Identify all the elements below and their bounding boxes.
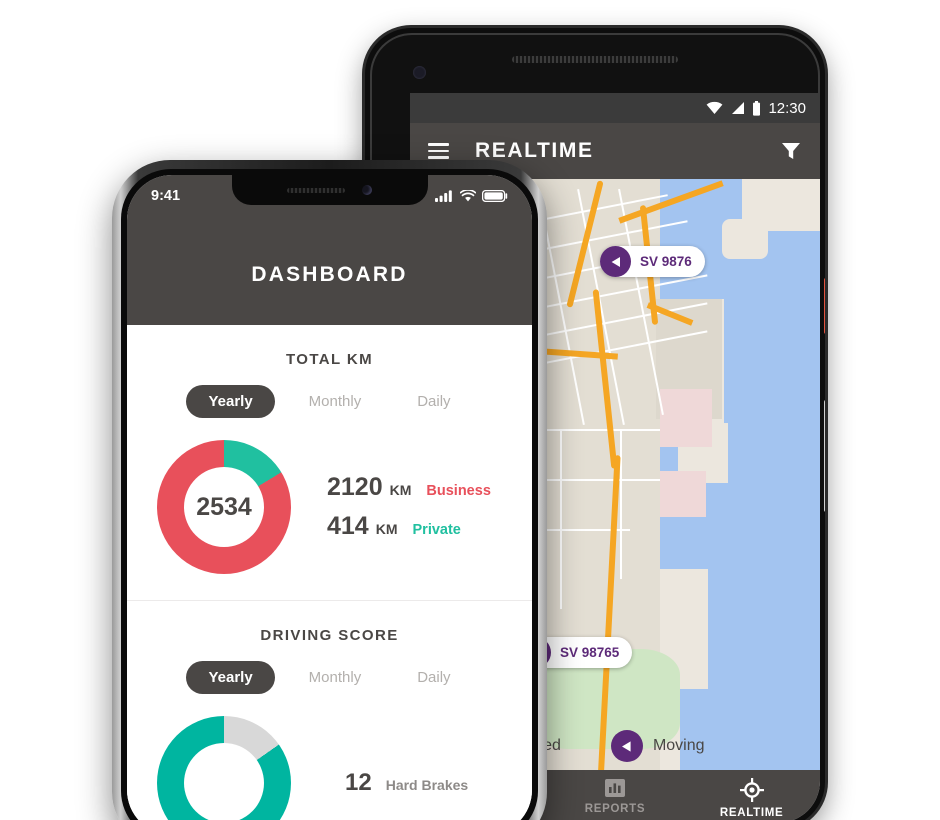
signal-icon bbox=[435, 190, 452, 202]
front-camera-icon bbox=[362, 185, 372, 195]
arrow-left-triangle-icon bbox=[600, 246, 631, 277]
bottom-nav-label: REALTIME bbox=[719, 807, 784, 819]
marker-vehicle-id: SV 9876 bbox=[640, 254, 692, 269]
tab-yearly[interactable]: Yearly bbox=[186, 385, 275, 418]
marker-vehicle-id: SV 98765 bbox=[560, 645, 620, 660]
total-km-title: TOTAL KM bbox=[285, 351, 374, 368]
driving-score-period-tabs: Yearly Monthly Daily bbox=[127, 661, 532, 694]
tab-monthly[interactable]: Monthly bbox=[287, 661, 384, 694]
total-km-legend: 2120 KM Business 414 KM Private bbox=[327, 473, 491, 541]
android-earpiece-speaker bbox=[512, 56, 678, 63]
filter-icon[interactable] bbox=[780, 140, 802, 162]
iphone-notch bbox=[231, 175, 428, 205]
arrow-left-triangle-icon bbox=[610, 730, 643, 762]
android-screen-title: REALTIME bbox=[475, 139, 594, 162]
legend-value: 414 bbox=[327, 512, 369, 540]
map-marker-moving-right[interactable]: SV 9876 bbox=[600, 246, 705, 277]
map-land bbox=[722, 219, 768, 259]
legend-category: Private bbox=[412, 522, 461, 538]
legend-unit: KM bbox=[389, 482, 412, 498]
page-title: DASHBOARD bbox=[251, 263, 408, 286]
android-status-bar: 12:30 bbox=[410, 93, 820, 123]
wifi-icon bbox=[707, 101, 723, 114]
map-street bbox=[620, 429, 622, 579]
iphone-device: 9:41 DASHBOARD TOTAL KM Yearly Monthly D… bbox=[112, 160, 547, 820]
android-volume-button[interactable] bbox=[824, 400, 825, 512]
map-urban-block bbox=[660, 471, 706, 517]
signal-icon bbox=[732, 102, 745, 114]
bar-chart-icon bbox=[605, 779, 625, 797]
legend-category: Business bbox=[426, 483, 491, 499]
total-km-center-value: 2534 bbox=[184, 467, 264, 547]
hard-brakes-label: Hard Brakes bbox=[385, 777, 469, 793]
android-clock: 12:30 bbox=[768, 99, 806, 117]
ios-status-icons bbox=[435, 190, 508, 202]
map-street bbox=[560, 429, 562, 609]
legend-label: Moving bbox=[652, 737, 705, 754]
total-km-donut-chart: 2534 bbox=[157, 440, 291, 574]
driving-score-title: DRIVING SCORE bbox=[260, 627, 399, 644]
ios-clock: 9:41 bbox=[151, 188, 181, 204]
battery-icon bbox=[482, 190, 508, 202]
driving-score-chart-row: 12 Hard Brakes bbox=[127, 716, 532, 820]
tab-yearly[interactable]: Yearly bbox=[186, 661, 275, 694]
battery-icon bbox=[753, 100, 761, 116]
hard-brakes-value: 12 bbox=[345, 769, 372, 796]
iphone-bezel: 9:41 DASHBOARD TOTAL KM Yearly Monthly D… bbox=[121, 169, 538, 820]
total-km-card: TOTAL KM Yearly Monthly Daily 2534 2120 bbox=[127, 325, 532, 601]
bottom-nav-realtime[interactable]: REALTIME bbox=[683, 770, 820, 820]
bottom-nav-label: REPORTS bbox=[584, 803, 646, 815]
driving-score-donut-chart bbox=[157, 716, 291, 820]
driving-score-card: DRIVING SCORE Yearly Monthly Daily 12 Ha… bbox=[127, 601, 532, 820]
earpiece-speaker-icon bbox=[287, 187, 345, 193]
total-km-period-tabs: Yearly Monthly Daily bbox=[127, 385, 532, 418]
legend-value: 2120 bbox=[327, 473, 383, 501]
legend-unit: KM bbox=[375, 521, 398, 537]
total-km-chart-row: 2534 2120 KM Business 414 KM Private bbox=[127, 440, 532, 574]
wifi-icon bbox=[460, 190, 476, 202]
bottom-nav-reports[interactable]: REPORTS bbox=[547, 770, 684, 820]
tab-monthly[interactable]: Monthly bbox=[287, 385, 384, 418]
crosshair-icon bbox=[739, 778, 764, 802]
legend-row-business: 2120 KM Business bbox=[327, 473, 491, 502]
composite-phone-mockup: 12:30 REALTIME SV 9876 SV 98765 Moving R… bbox=[0, 0, 940, 820]
driving-score-center bbox=[184, 743, 264, 820]
tab-daily[interactable]: Daily bbox=[395, 661, 472, 694]
iphone-screen: 9:41 DASHBOARD TOTAL KM Yearly Monthly D… bbox=[127, 175, 532, 820]
legend-row-private: 414 KM Private bbox=[327, 512, 491, 541]
tab-daily[interactable]: Daily bbox=[395, 385, 472, 418]
android-front-camera bbox=[413, 66, 426, 79]
android-power-button[interactable] bbox=[824, 278, 825, 334]
legend-item-moving: Moving bbox=[610, 730, 705, 762]
map-urban-block bbox=[660, 389, 712, 447]
driving-score-legend: 12 Hard Brakes bbox=[345, 769, 468, 797]
